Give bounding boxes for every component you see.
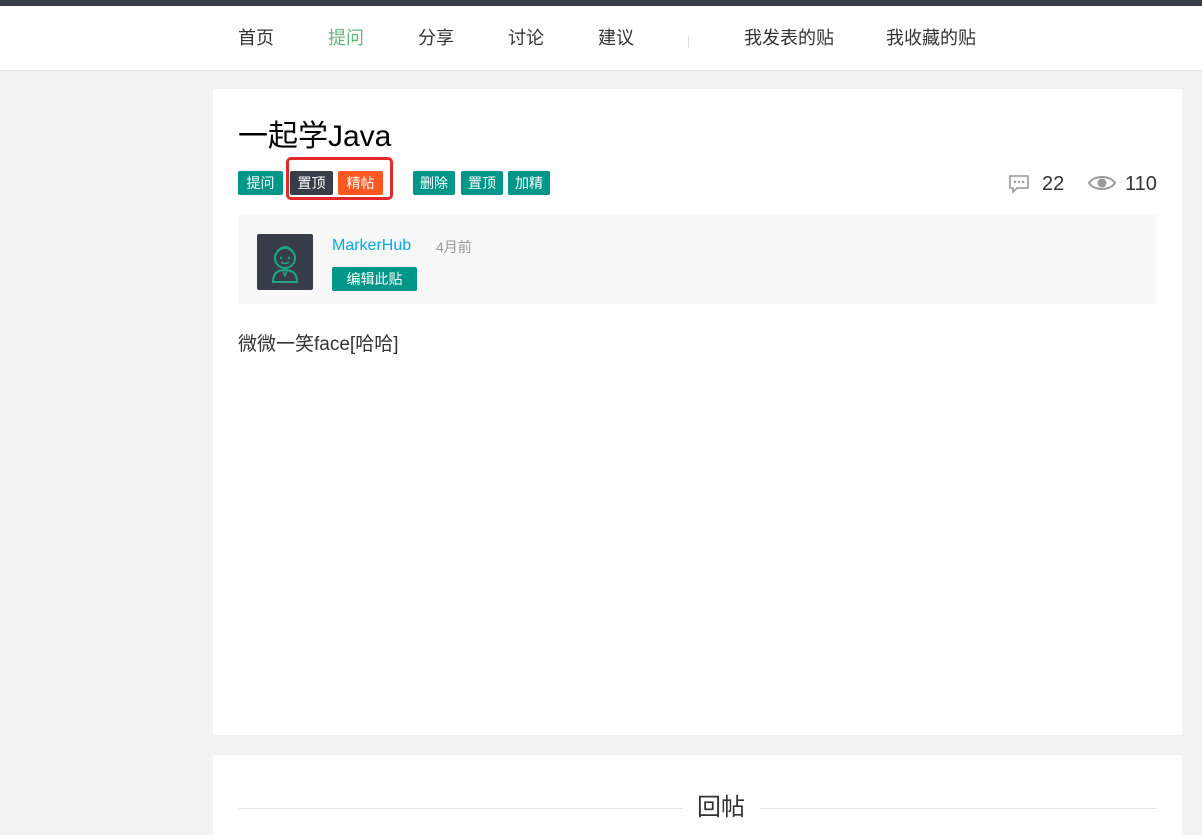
top-nav: 首页 提问 分享 讨论 建议 我发表的贴 我收藏的贴 xyxy=(0,6,1202,71)
nav-item-questions[interactable]: 提问 xyxy=(328,26,364,50)
annotation-highlight-box xyxy=(286,157,393,200)
post-title: 一起学Java xyxy=(238,120,392,153)
category-badge: 提问 xyxy=(238,171,283,195)
post-time: 4月前 xyxy=(436,239,472,255)
author-info: MarkerHub 4月前 编辑此贴 xyxy=(238,215,1157,304)
add-featured-button[interactable]: 加精 xyxy=(508,171,550,195)
comment-count: 22 xyxy=(1008,171,1072,197)
nav-divider xyxy=(688,36,689,48)
nav-item-my-favorites[interactable]: 我收藏的贴 xyxy=(886,26,976,50)
nav-item-share[interactable]: 分享 xyxy=(418,26,454,50)
comment-count-value: 22 xyxy=(1042,173,1065,195)
reply-section-title: 回帖 xyxy=(697,794,745,821)
user-avatar-icon xyxy=(271,246,299,283)
view-count: 110 xyxy=(1088,171,1158,197)
reply-divider-right xyxy=(760,808,1157,809)
nav-item-my-posts[interactable]: 我发表的贴 xyxy=(744,26,834,50)
avatar[interactable] xyxy=(257,234,313,290)
post-detail-card: 一起学Java 提问 置顶 精帖 删除 置顶 加精 22 110 MarkerH… xyxy=(213,89,1182,735)
view-count-value: 110 xyxy=(1125,173,1157,195)
reply-divider-left xyxy=(238,808,683,809)
set-top-button[interactable]: 置顶 xyxy=(461,171,503,195)
comment-icon xyxy=(1009,175,1029,194)
reply-section: 回帖 xyxy=(213,755,1182,835)
author-name-link[interactable]: MarkerHub xyxy=(332,235,411,257)
delete-post-button[interactable]: 删除 xyxy=(413,171,455,195)
nav-item-suggestions[interactable]: 建议 xyxy=(598,26,634,50)
eye-icon xyxy=(1088,176,1116,190)
post-content: 微微一笑face[哈哈] xyxy=(238,334,399,355)
nav-item-discussion[interactable]: 讨论 xyxy=(508,26,544,50)
edit-post-button[interactable]: 编辑此贴 xyxy=(332,267,417,291)
nav-item-home[interactable]: 首页 xyxy=(238,26,274,50)
